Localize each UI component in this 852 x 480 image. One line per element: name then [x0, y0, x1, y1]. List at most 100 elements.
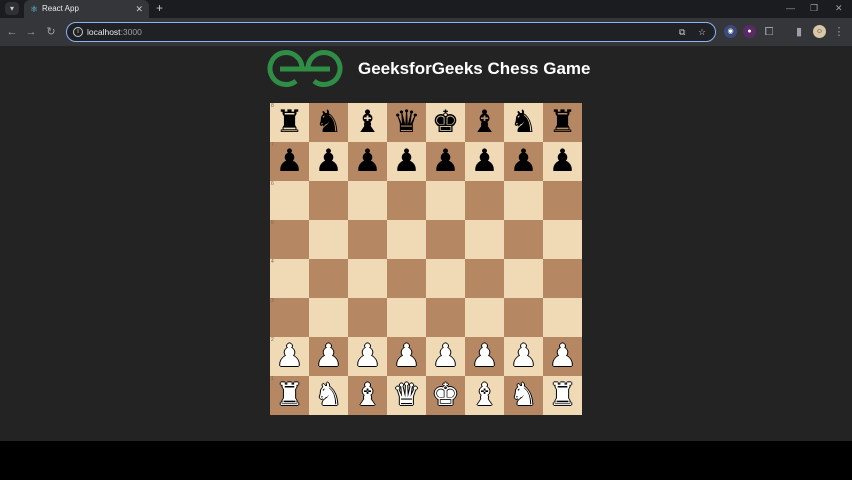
board-square[interactable] — [387, 220, 426, 259]
black-pawn-icon[interactable]: ♟ — [426, 142, 465, 181]
board-square[interactable]: ♟ — [387, 142, 426, 181]
close-tab-icon[interactable]: ✕ — [135, 3, 143, 15]
board-square[interactable] — [309, 298, 348, 337]
black-bishop-icon[interactable]: ♝ — [465, 103, 504, 142]
tab-search-icon[interactable]: ▾ — [5, 2, 19, 15]
white-king-icon[interactable]: ♚ — [426, 376, 465, 415]
board-square[interactable]: ♟ — [426, 337, 465, 376]
bookmark-star-icon[interactable]: ☆ — [698, 26, 706, 38]
white-pawn-icon[interactable]: ♟ — [309, 337, 348, 376]
board-square[interactable]: ♟ — [543, 142, 582, 181]
board-square[interactable]: 8 ♜ — [270, 103, 309, 142]
board-square[interactable] — [543, 181, 582, 220]
board-square[interactable] — [543, 220, 582, 259]
black-pawn-icon[interactable]: ♟ — [348, 142, 387, 181]
side-panel-icon[interactable]: ▮ — [792, 25, 806, 39]
board-square[interactable] — [465, 298, 504, 337]
extension-icon[interactable]: ◉ — [724, 25, 737, 38]
black-pawn-icon[interactable]: ♟ — [270, 142, 309, 181]
black-pawn-icon[interactable]: ♟ — [504, 142, 543, 181]
active-tab[interactable]: ⚛ React App ✕ — [24, 0, 149, 18]
back-icon[interactable]: ← — [5, 25, 19, 39]
board-square[interactable]: 4 — [270, 259, 309, 298]
chess-board[interactable]: 8 ♜ ♞ ♝ ♛ ♚ ♝ ♞ ♜ 7 ♟ ♟ ♟ ♟ ♟ ♟ ♟ ♟ 6 5 4 3 2 ♟ ♟ ♟ ♟ ♟ ♟ ♟ ♟ 1 ♜ ♞ ♝ ♛ ♚ ♝ ♞ ♜ — [270, 103, 582, 415]
black-pawn-icon[interactable]: ♟ — [309, 142, 348, 181]
board-square[interactable]: ♞ — [309, 103, 348, 142]
board-square[interactable]: ♚ — [426, 376, 465, 415]
black-knight-icon[interactable]: ♞ — [504, 103, 543, 142]
white-pawn-icon[interactable]: ♟ — [465, 337, 504, 376]
black-pawn-icon[interactable]: ♟ — [543, 142, 582, 181]
board-square[interactable] — [504, 181, 543, 220]
close-window-icon[interactable]: ✕ — [835, 1, 843, 15]
board-square[interactable] — [543, 298, 582, 337]
white-pawn-icon[interactable]: ♟ — [387, 337, 426, 376]
black-pawn-icon[interactable]: ♟ — [387, 142, 426, 181]
board-square[interactable]: ♝ — [348, 103, 387, 142]
board-square[interactable]: 5 — [270, 220, 309, 259]
extension-icon[interactable]: ● — [743, 25, 756, 38]
white-knight-icon[interactable]: ♞ — [504, 376, 543, 415]
board-square[interactable]: ♟ — [543, 337, 582, 376]
board-square[interactable] — [426, 181, 465, 220]
board-square[interactable]: 2 ♟ — [270, 337, 309, 376]
black-knight-icon[interactable]: ♞ — [309, 103, 348, 142]
board-square[interactable] — [348, 259, 387, 298]
board-square[interactable]: ♞ — [504, 103, 543, 142]
restore-icon[interactable]: ❐ — [810, 1, 818, 15]
board-square[interactable]: ♜ — [543, 376, 582, 415]
board-square[interactable]: ♝ — [465, 376, 504, 415]
black-rook-icon[interactable]: ♜ — [543, 103, 582, 142]
white-pawn-icon[interactable]: ♟ — [504, 337, 543, 376]
white-pawn-icon[interactable]: ♟ — [426, 337, 465, 376]
black-pawn-icon[interactable]: ♟ — [465, 142, 504, 181]
install-app-icon[interactable]: ⧉ — [679, 26, 685, 38]
white-queen-icon[interactable]: ♛ — [387, 376, 426, 415]
black-king-icon[interactable]: ♚ — [426, 103, 465, 142]
board-square[interactable]: ♟ — [504, 142, 543, 181]
white-bishop-icon[interactable]: ♝ — [465, 376, 504, 415]
board-square[interactable]: 3 — [270, 298, 309, 337]
white-rook-icon[interactable]: ♜ — [270, 376, 309, 415]
board-square[interactable]: ♟ — [426, 142, 465, 181]
board-square[interactable]: ♟ — [465, 337, 504, 376]
white-pawn-icon[interactable]: ♟ — [270, 337, 309, 376]
board-square[interactable]: ♜ — [543, 103, 582, 142]
board-square[interactable]: ♟ — [504, 337, 543, 376]
white-pawn-icon[interactable]: ♟ — [348, 337, 387, 376]
url-text[interactable]: localhost:3000 — [87, 26, 142, 38]
board-square[interactable] — [504, 298, 543, 337]
board-square[interactable]: ♟ — [309, 337, 348, 376]
board-square[interactable] — [426, 220, 465, 259]
white-knight-icon[interactable]: ♞ — [309, 376, 348, 415]
extensions-puzzle-icon[interactable]: ⧠ — [762, 25, 776, 39]
board-square[interactable]: ♟ — [309, 142, 348, 181]
board-square[interactable] — [543, 259, 582, 298]
board-square[interactable]: 1 ♜ — [270, 376, 309, 415]
board-square[interactable]: ♟ — [348, 337, 387, 376]
board-square[interactable] — [426, 259, 465, 298]
board-square[interactable] — [309, 181, 348, 220]
board-square[interactable]: ♝ — [348, 376, 387, 415]
reload-icon[interactable]: ↻ — [44, 25, 58, 39]
board-square[interactable] — [465, 220, 504, 259]
board-square[interactable] — [387, 259, 426, 298]
board-square[interactable]: ♟ — [387, 337, 426, 376]
board-square[interactable]: 7 ♟ — [270, 142, 309, 181]
board-square[interactable]: ♚ — [426, 103, 465, 142]
board-square[interactable] — [348, 181, 387, 220]
white-pawn-icon[interactable]: ♟ — [543, 337, 582, 376]
site-info-icon[interactable]: i — [73, 27, 83, 37]
board-square[interactable]: ♟ — [465, 142, 504, 181]
board-square[interactable] — [504, 220, 543, 259]
board-square[interactable]: ♝ — [465, 103, 504, 142]
board-square[interactable] — [348, 220, 387, 259]
board-square[interactable]: ♛ — [387, 103, 426, 142]
black-queen-icon[interactable]: ♛ — [387, 103, 426, 142]
new-tab-icon[interactable]: + — [156, 1, 163, 16]
board-square[interactable] — [426, 298, 465, 337]
minimize-icon[interactable]: — — [786, 1, 795, 15]
board-square[interactable]: ♞ — [309, 376, 348, 415]
board-square[interactable] — [387, 181, 426, 220]
white-rook-icon[interactable]: ♜ — [543, 376, 582, 415]
